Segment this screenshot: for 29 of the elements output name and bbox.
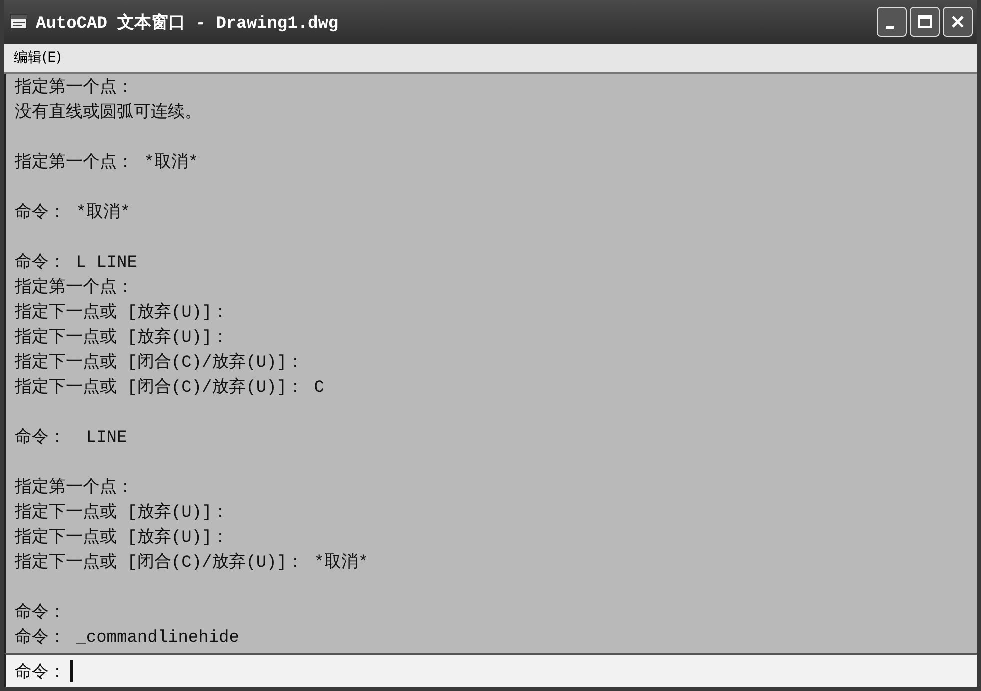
log-line: 命令： L LINE bbox=[15, 252, 138, 275]
log-line: 指定第一个点： bbox=[15, 476, 135, 500]
log-line: 没有直线或圆弧可连续。 bbox=[15, 102, 203, 125]
log-line: 命令： LINE bbox=[15, 427, 128, 450]
log-line: 指定第一个点： *取消* bbox=[15, 152, 200, 175]
log-line: 指定下一点或 [放弃(U)]： bbox=[15, 526, 230, 550]
log-line: 指定下一点或 [闭合(C)/放弃(U)]： bbox=[15, 352, 306, 375]
log-line: 命令： *取消* bbox=[15, 202, 132, 225]
log-line: 命令： _commandlinehide bbox=[15, 627, 240, 650]
log-line: 命令： bbox=[15, 602, 67, 625]
log-line: 指定下一点或 [放弃(U)]： bbox=[15, 302, 230, 325]
maximize-button[interactable] bbox=[910, 7, 940, 37]
command-input[interactable]: 命令： bbox=[4, 653, 977, 687]
minimize-button[interactable] bbox=[877, 7, 907, 37]
maximize-icon bbox=[917, 14, 933, 30]
log-line: 指定第一个点： bbox=[15, 276, 135, 300]
log-line: 指定下一点或 [放弃(U)]： bbox=[15, 326, 230, 350]
close-button[interactable] bbox=[943, 7, 973, 37]
minimize-icon bbox=[886, 26, 894, 28]
close-icon bbox=[950, 14, 966, 30]
log-line: 指定下一点或 [闭合(C)/放弃(U)]： C bbox=[15, 376, 326, 400]
window-icon bbox=[10, 14, 28, 30]
command-prompt: 命令： bbox=[15, 662, 66, 682]
text-cursor bbox=[70, 660, 73, 682]
log-line: 指定下一点或 [放弃(U)]： bbox=[15, 502, 230, 525]
log-line: 指定下一点或 [闭合(C)/放弃(U)]： *取消* bbox=[15, 552, 370, 575]
log-line: 指定第一个点： bbox=[15, 76, 135, 100]
menu-item[interactable]: 编辑(E) bbox=[14, 49, 62, 67]
window-title: AutoCAD 文本窗口 - Drawing1.dwg bbox=[36, 12, 339, 34]
